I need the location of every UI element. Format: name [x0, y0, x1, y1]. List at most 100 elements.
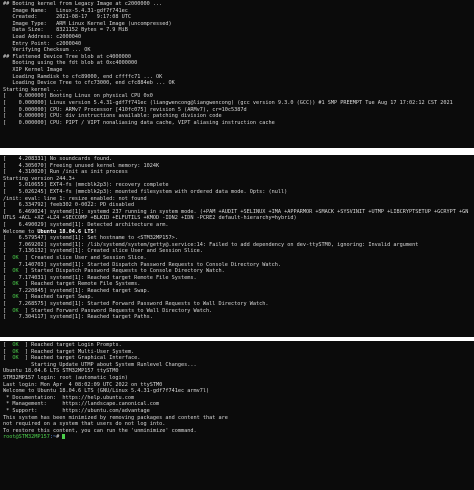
boot-log-line: Loading Device Tree to cfc73000, end cfc…: [3, 80, 175, 87]
log-text: UTLS +ACL +XZ +LZ4 +SECCOMP +BLKID +ELFU…: [3, 215, 297, 222]
systemd-log-line: [ OK ] Created slice User and Session Sl…: [3, 255, 471, 262]
systemd-log-line: [ 7.220845] systemd[1]: Reached target S…: [3, 288, 471, 295]
login-terminal-line: Last login: Mon Apr 4 08:02:09 UTC 2022 …: [3, 382, 471, 389]
log-text: [ 6.579547] systemd[1]: Set hostname to …: [3, 235, 178, 242]
boot-log-line: Image Name: Linux-5.4.31-gdf7f741ec: [3, 7, 128, 14]
log-text: [ 4.310020] Run /init as init process: [3, 169, 128, 176]
systemd-log-line: [ 4.310020] Run /init as init process: [3, 169, 471, 176]
login-terminal-line: [ OK ] Reached target Multi-User System.: [3, 349, 471, 356]
boot-log-line: [ 0.000000] CPU: ARMv7 Processor [410fc0…: [3, 106, 247, 113]
boot-log-line: [ 0.000000] Linux version 5.4.31-gdf7f74…: [3, 99, 453, 106]
login-terminal-line: Starting Update UTMP about System Runlev…: [3, 362, 471, 369]
systemd-log-line: [ 5.010655] EXT4-fs (mmcblk2p3): recover…: [3, 182, 471, 189]
log-text: Ubuntu 18.04.6 LTS STM32MP157 ttySTM0: [3, 368, 119, 375]
log-text: Starting Update UTMP about System Runlev…: [3, 361, 197, 368]
systemd-log-line: [ OK ] Reached target Remote File System…: [3, 281, 471, 288]
ok-status: OK: [6, 281, 25, 288]
status-message: Reached target Swap.: [28, 294, 94, 301]
log-text: /init: eval: line 1: resize_enabled: not…: [3, 195, 147, 202]
login-terminal-line: This system has been minimized by removi…: [3, 415, 471, 422]
log-text: [ 7.136132] systemd[1]: Created slice Us…: [3, 248, 203, 255]
login-terminal-line: [ OK ] Reached target Login Prompts.: [3, 342, 471, 349]
log-text: * Documentation: https://help.ubuntu.com: [3, 394, 135, 401]
systemd-log-line: /init: eval: line 1: resize_enabled: not…: [3, 196, 471, 203]
login-terminal-panel[interactable]: [ OK ] Reached target Login Prompts.[ OK…: [0, 341, 474, 490]
boot-log-line: Data Size: 8321152 Bytes = 7.9 MiB: [3, 27, 128, 34]
log-text: Starting version 244.3+: [3, 175, 75, 182]
login-terminal-line: * Management: https://landscape.canonica…: [3, 401, 471, 408]
systemd-log-line: [ 6.469024] systemd[1]: systemd 237 runn…: [3, 209, 471, 216]
os-name: Ubuntu 18.04.6 LTS: [37, 228, 94, 235]
boot-log-panel: ## Booting kernel from Legacy Image at c…: [0, 0, 474, 148]
systemd-log-line: [ 7.174031] systemd[1]: Reached target R…: [3, 275, 471, 282]
systemd-log-panel: [ 4.208331] No soundcards found.[ 4.3050…: [0, 155, 474, 337]
log-text: [ 7.069202] systemd[1]: /lib/systemd/sys…: [3, 241, 419, 248]
ok-status: OK: [6, 268, 25, 275]
log-text: [ 6.490029] systemd[1]: Detected archite…: [3, 221, 169, 228]
log-text: [ 7.304117] systemd[1]: Reached target P…: [3, 314, 153, 321]
prompt-user-host: root@STM32MP157: [3, 434, 50, 441]
log-text: Last login: Mon Apr 4 08:02:09 UTC 2022 …: [3, 381, 163, 388]
ok-status: OK: [6, 294, 25, 301]
log-text: [ 5.026245] EXT4-fs (mmcblk2p3): mounted…: [3, 188, 288, 195]
boot-log-line: [ 0.000000] CPU: div instructions availa…: [3, 113, 222, 120]
log-text: [ 6.469024] systemd[1]: systemd 237 runn…: [3, 208, 469, 215]
systemd-log-line: [ 7.268575] systemd[1]: Started Forward …: [3, 301, 471, 308]
systemd-log-line: [ 7.140703] systemd[1]: Started Dispatch…: [3, 262, 471, 269]
boot-log-line: Entry Point: c2000040: [3, 40, 82, 47]
text-cursor[interactable]: [62, 434, 66, 440]
status-message: Reached target Multi-User System.: [28, 348, 135, 355]
systemd-log-line: [ OK ] Reached target Swap.: [3, 294, 471, 301]
boot-log-line: Verifying Checksum ... OK: [3, 47, 91, 54]
login-terminal-line: * Documentation: https://help.ubuntu.com: [3, 395, 471, 402]
log-text: [ 7.220845] systemd[1]: Reached target S…: [3, 287, 150, 294]
boot-log-line: Loading Ramdisk to cfc89000, end cffffc7…: [3, 73, 163, 80]
boot-log-line: Starting kernel ...: [3, 86, 63, 93]
boot-log-line: Booting using the fdt blob at 0xc4000000: [3, 60, 138, 67]
systemd-log-line: [ 5.026245] EXT4-fs (mmcblk2p3): mounted…: [3, 189, 471, 196]
log-text: STM32MP157 login: root (automatic login): [3, 374, 128, 381]
status-message: Started Forward Password Requests to Wal…: [28, 307, 213, 314]
systemd-log-line: [ 6.334792] feeb302 0-0022: PD disabled: [3, 202, 471, 209]
status-message: Reached target Graphical Interface.: [28, 355, 141, 362]
login-terminal-line: Welcome to Ubuntu 18.04.6 LTS (GNU/Linux…: [3, 388, 471, 395]
log-text: [ 4.208331] No soundcards found.: [3, 156, 113, 162]
status-message: Reached target Login Prompts.: [28, 342, 122, 348]
systemd-log-line: Welcome to Ubuntu 18.04.6 LTS!: [3, 229, 471, 236]
boot-log-line: [ 0.000000] CPU: PIPT / VIPT nonaliasing…: [3, 119, 275, 126]
systemd-log-line: [ 6.579547] systemd[1]: Set hostname to …: [3, 235, 471, 242]
login-terminal-line: not required on a system that users do n…: [3, 421, 471, 428]
login-terminal-line: To restore this content, you can run the…: [3, 428, 471, 435]
log-text: Welcome to Ubuntu 18.04.6 LTS (GNU/Linux…: [3, 388, 210, 395]
log-text: This system has been minimized by removi…: [3, 414, 228, 421]
systemd-log-line: [ 4.208331] No soundcards found.: [3, 156, 471, 163]
systemd-log-line: [ 6.490029] systemd[1]: Detected archite…: [3, 222, 471, 229]
login-terminal-line: Ubuntu 18.04.6 LTS STM32MP157 ttySTM0: [3, 368, 471, 375]
status-message: Created slice User and Session Slice.: [28, 254, 147, 261]
log-text: * Support: https://ubuntu.com/advantage: [3, 407, 150, 414]
systemd-log-line: [ 4.305070] Freeing unused kernel memory…: [3, 163, 471, 170]
welcome-suffix: !: [93, 228, 97, 235]
log-text: [ 6.334792] feeb302 0-0022: PD disabled: [3, 202, 135, 209]
panel-divider: [0, 148, 474, 155]
boot-log-line: Load Address: c2000040: [3, 33, 82, 40]
log-text: not required on a system that users do n…: [3, 421, 166, 428]
systemd-log-line: [ OK ] Started Dispatch Password Request…: [3, 268, 471, 275]
log-text: [ 4.305070] Freeing unused kernel memory…: [3, 162, 160, 169]
ok-status: OK: [6, 254, 25, 261]
boot-log-line: ## Flattened Device Tree blob at c400000…: [3, 53, 132, 60]
log-text: [ 7.140703] systemd[1]: Started Dispatch…: [3, 261, 281, 268]
systemd-log-line: Starting version 244.3+: [3, 176, 471, 183]
shell-prompt[interactable]: root@STM32MP157:~#: [3, 434, 471, 441]
status-message: Reached target Remote File Systems.: [28, 281, 141, 288]
log-text: [ 7.174031] systemd[1]: Reached target R…: [3, 274, 197, 281]
boot-log-line: Created: 2021-08-17 9:17:08 UTC: [3, 14, 132, 21]
systemd-log-line: UTLS +ACL +XZ +LZ4 +SECCOMP +BLKID +ELFU…: [3, 215, 471, 222]
ok-status: OK: [6, 307, 25, 314]
terminal-screenshot: ## Booting kernel from Legacy Image at c…: [0, 0, 474, 490]
systemd-log-line: [ 7.069202] systemd[1]: /lib/systemd/sys…: [3, 242, 471, 249]
log-text: To restore this content, you can run the…: [3, 427, 197, 434]
login-terminal-line: * Support: https://ubuntu.com/advantage: [3, 408, 471, 415]
boot-log-line: XIP Kernel Image: [3, 66, 63, 73]
boot-log-line: [ 0.000000] Booting Linux on physical CP…: [3, 93, 153, 100]
